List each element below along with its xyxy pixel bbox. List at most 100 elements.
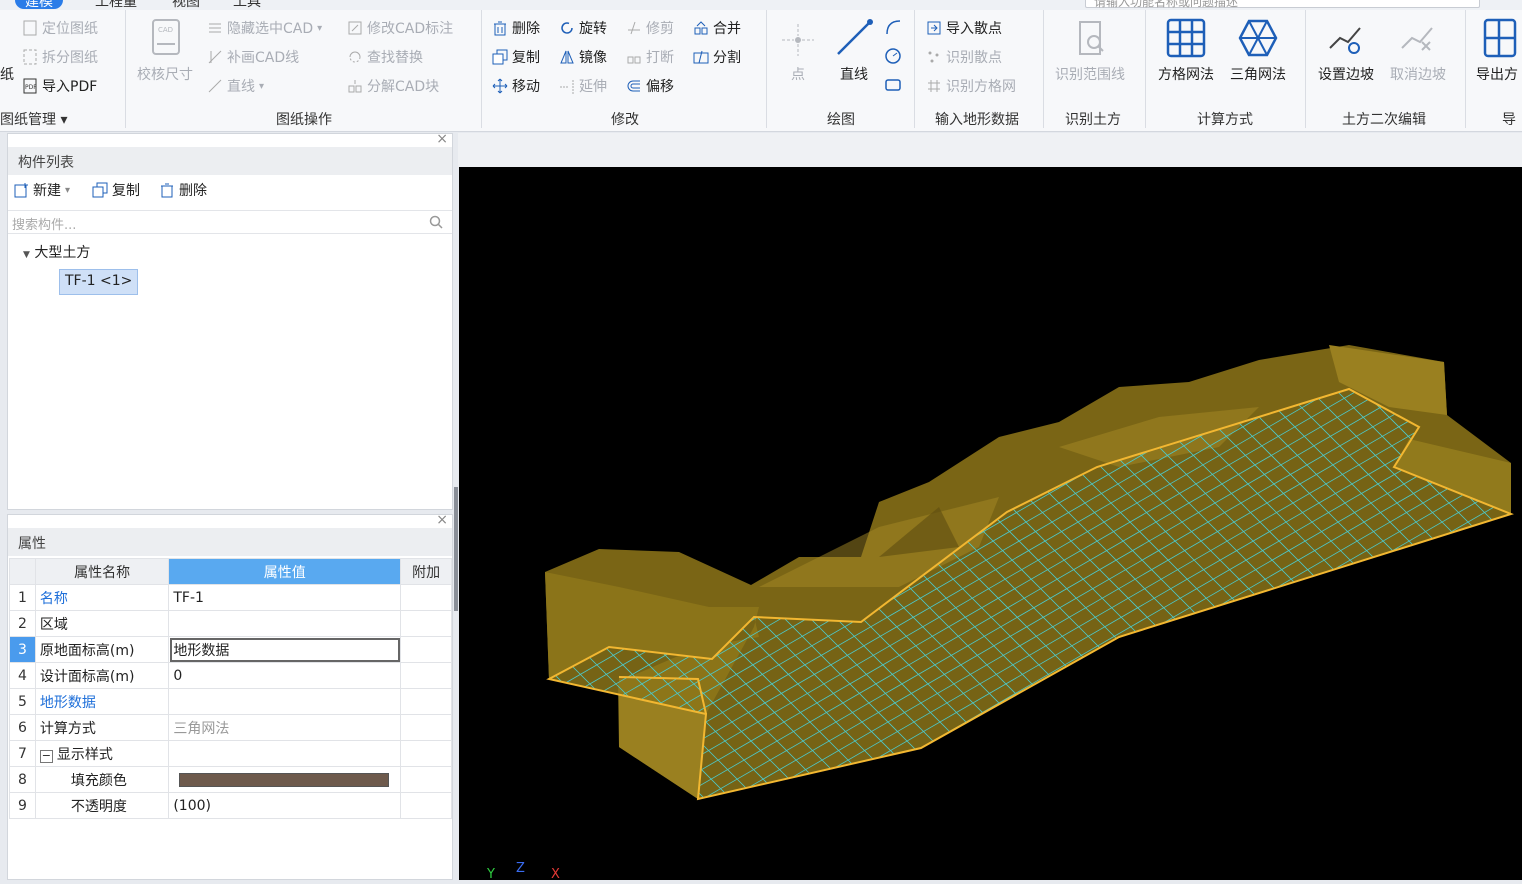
table-header-value: 属性值 bbox=[168, 558, 402, 585]
table-row[interactable]: 2 区域 bbox=[9, 610, 452, 637]
tree-node-tf1[interactable]: TF-1 <1> bbox=[59, 269, 139, 295]
separator bbox=[914, 10, 915, 128]
identify-scatter-label: 识别散点 bbox=[946, 50, 1002, 66]
new-component-button[interactable]: 新建 ▾ bbox=[13, 180, 70, 200]
group-identify-earthwork: 识别土方 bbox=[1065, 112, 1121, 128]
close-icon[interactable]: × bbox=[436, 512, 448, 528]
prop-value[interactable] bbox=[168, 610, 402, 637]
tab-modeling[interactable]: 建模 bbox=[15, 0, 63, 10]
identify-boundary-button[interactable]: 识别范围线 bbox=[1055, 18, 1125, 84]
prop-value[interactable] bbox=[168, 688, 402, 715]
3d-viewport[interactable]: Y Z X bbox=[459, 167, 1522, 882]
prop-extra[interactable] bbox=[400, 792, 452, 819]
line-button[interactable]: 直线 bbox=[834, 18, 874, 84]
collapse-icon[interactable]: − bbox=[39, 749, 53, 763]
prop-value[interactable]: TF-1 bbox=[168, 584, 402, 611]
hide-selected-cad-button[interactable]: 隐藏选中CAD ▾ bbox=[207, 18, 322, 38]
prop-name: 设计面标高(m) bbox=[34, 662, 170, 689]
prop-extra[interactable] bbox=[400, 740, 452, 767]
point-button[interactable]: 点 bbox=[780, 22, 816, 84]
table-row[interactable]: 1 名称 TF-1 bbox=[9, 584, 452, 611]
modify-cad-dimension-button[interactable]: 修改CAD标注 bbox=[347, 18, 453, 38]
table-row[interactable]: 7 − 显示样式 bbox=[9, 740, 452, 767]
identify-scatter-button[interactable]: 识别散点 bbox=[926, 47, 1002, 67]
close-icon[interactable]: × bbox=[436, 131, 448, 147]
table-row[interactable]: 9 不透明度 (100) bbox=[9, 792, 452, 819]
tab-view[interactable]: 视图 bbox=[172, 0, 200, 10]
check-size-button[interactable]: CAD 校核尺寸 bbox=[137, 18, 193, 84]
prop-extra[interactable] bbox=[400, 610, 452, 637]
trim-button[interactable]: 修剪 bbox=[626, 18, 674, 38]
cancel-slope-icon bbox=[1401, 27, 1433, 51]
prop-extra[interactable] bbox=[400, 766, 452, 793]
search-icon[interactable] bbox=[428, 214, 444, 230]
extend-button[interactable]: 延伸 bbox=[559, 76, 607, 96]
line-icon bbox=[837, 19, 873, 55]
prop-value-editor[interactable]: 地形数据 bbox=[168, 636, 402, 663]
table-row[interactable]: 8 填充颜色 bbox=[9, 766, 452, 793]
prop-extra[interactable] bbox=[400, 688, 452, 715]
merge-button[interactable]: 合并 bbox=[693, 18, 741, 38]
prop-extra[interactable] bbox=[400, 584, 452, 611]
prop-value[interactable]: 三角网法 bbox=[168, 714, 402, 741]
prop-extra[interactable] bbox=[400, 636, 452, 663]
split-drawing-button[interactable]: 拆分图纸 bbox=[22, 47, 98, 67]
identify-boundary-label: 识别范围线 bbox=[1055, 67, 1125, 83]
import-scatter-button[interactable]: 导入散点 bbox=[926, 18, 1002, 38]
copy-component-button[interactable]: 复制 bbox=[92, 180, 140, 200]
rectangle-icon[interactable] bbox=[884, 76, 902, 94]
prop-value[interactable]: 0 bbox=[168, 662, 402, 689]
grid-method-button[interactable]: 方格网法 bbox=[1158, 18, 1214, 84]
table-row[interactable]: 3 原地面标高(m) 地形数据 bbox=[9, 636, 452, 663]
break-button[interactable]: 打断 bbox=[626, 47, 674, 67]
delete-button[interactable]: 删除 bbox=[492, 18, 540, 38]
explode-cad-block-button[interactable]: 分解CAD块 bbox=[347, 76, 439, 96]
move-button[interactable]: 移动 bbox=[492, 76, 540, 96]
mirror-label: 镜像 bbox=[579, 50, 607, 66]
redraw-cad-line-button[interactable]: 补画CAD线 bbox=[207, 47, 299, 67]
prop-extra[interactable] bbox=[400, 662, 452, 689]
prop-extra[interactable] bbox=[400, 714, 452, 741]
identify-grid-button[interactable]: 识别方格网 bbox=[926, 76, 1016, 96]
tree-node-earthwork[interactable]: ▼ 大型土方 bbox=[23, 242, 90, 262]
export-button[interactable]: 导出方 bbox=[1476, 18, 1518, 84]
tab-quantity[interactable]: 工程量 bbox=[95, 0, 137, 10]
triangle-method-button[interactable]: 三角网法 bbox=[1230, 18, 1286, 84]
group-drawing-mgmt[interactable]: 图纸管理 ▾ bbox=[0, 109, 67, 129]
color-swatch[interactable] bbox=[179, 772, 390, 787]
table-row[interactable]: 6 计算方式 三角网法 bbox=[9, 714, 452, 741]
separator bbox=[1145, 10, 1146, 128]
grid-line bbox=[459, 347, 471, 867]
copy-button[interactable]: 复制 bbox=[492, 47, 540, 67]
import-pdf-button[interactable]: PDF 导入PDF bbox=[22, 76, 97, 96]
panel-splitter[interactable] bbox=[454, 487, 458, 611]
split-button[interactable]: 分割 bbox=[693, 47, 741, 67]
split-label: 分割 bbox=[713, 50, 741, 66]
prop-value[interactable]: (100) bbox=[168, 792, 402, 819]
prop-value[interactable] bbox=[168, 740, 402, 767]
point-label: 点 bbox=[791, 67, 805, 83]
prop-name-group: − 显示样式 bbox=[34, 740, 170, 767]
grid-icon bbox=[926, 78, 942, 94]
function-search-input[interactable]: 请输入功能名称或问题描述 bbox=[1085, 0, 1480, 9]
delete-component-button[interactable]: 删除 bbox=[159, 180, 207, 200]
locate-drawing-button[interactable]: 定位图纸 bbox=[22, 18, 98, 38]
circle-icon[interactable] bbox=[884, 47, 902, 65]
tab-tools[interactable]: 工具 bbox=[233, 0, 261, 10]
rotate-button[interactable]: 旋转 bbox=[559, 18, 607, 38]
set-slope-button[interactable]: 设置边坡 bbox=[1318, 18, 1374, 84]
table-row[interactable]: 5 地形数据 bbox=[9, 688, 452, 715]
fill-color-value[interactable] bbox=[168, 766, 402, 793]
cancel-slope-button[interactable]: 取消边坡 bbox=[1390, 18, 1446, 84]
mirror-button[interactable]: 镜像 bbox=[559, 47, 607, 67]
grid-line bbox=[459, 367, 539, 867]
component-search-input[interactable]: 搜索构件... bbox=[8, 210, 452, 234]
separator bbox=[125, 10, 126, 128]
drawing-partial-button[interactable]: 纸 bbox=[0, 64, 14, 84]
find-replace-button[interactable]: 查找替换 bbox=[347, 47, 423, 67]
offset-button[interactable]: 偏移 bbox=[626, 76, 674, 96]
line-dropdown-button[interactable]: 直线 ▾ bbox=[207, 76, 264, 96]
table-header-extra: 附加 bbox=[400, 558, 452, 585]
arc-icon[interactable] bbox=[884, 18, 902, 36]
table-row[interactable]: 4 设计面标高(m) 0 bbox=[9, 662, 452, 689]
